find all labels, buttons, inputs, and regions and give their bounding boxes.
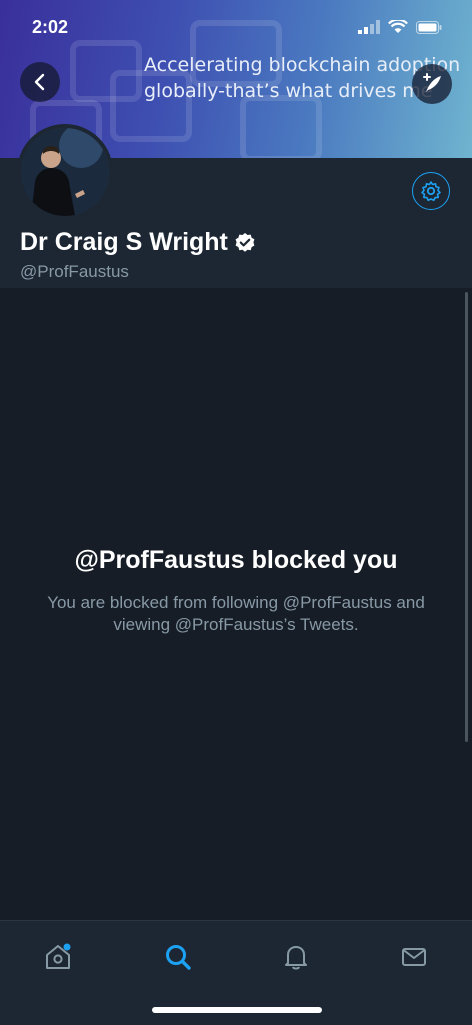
verified-badge-icon (235, 232, 255, 252)
gear-icon (421, 181, 441, 202)
home-icon (46, 943, 71, 969)
blocked-title: @ProfFaustus blocked you (74, 546, 398, 574)
status-time: 2:02 (32, 17, 69, 37)
profile-handle: @ProfFaustus (20, 262, 129, 281)
signal-icon (358, 20, 380, 34)
blocked-message: You are blocked from following @ProfFaus… (47, 593, 425, 634)
banner-pattern (240, 95, 322, 158)
home-indicator[interactable] (152, 1007, 322, 1013)
back-button[interactable] (20, 62, 60, 102)
compose-feather-icon (423, 73, 441, 92)
tab-search[interactable] (156, 935, 200, 979)
bell-icon (285, 946, 307, 970)
search-icon (166, 945, 191, 970)
profile-photo-icon (21, 128, 109, 216)
display-name: Dr Craig S Wright (20, 228, 228, 256)
mail-icon (402, 948, 426, 966)
notification-dot-icon (63, 943, 71, 951)
profile-settings-button[interactable] (412, 172, 450, 210)
status-icons (358, 20, 442, 34)
profile-name: Dr Craig S Wright (20, 228, 256, 257)
tab-messages[interactable] (392, 935, 436, 979)
scrollbar[interactable] (465, 292, 468, 742)
compose-tweet-button[interactable] (412, 64, 452, 104)
tab-notifications[interactable] (274, 935, 318, 979)
battery-icon (416, 20, 442, 34)
avatar[interactable] (17, 124, 113, 220)
wifi-icon (388, 20, 408, 33)
chevron-left-icon (34, 73, 45, 91)
tab-home[interactable] (36, 935, 80, 979)
